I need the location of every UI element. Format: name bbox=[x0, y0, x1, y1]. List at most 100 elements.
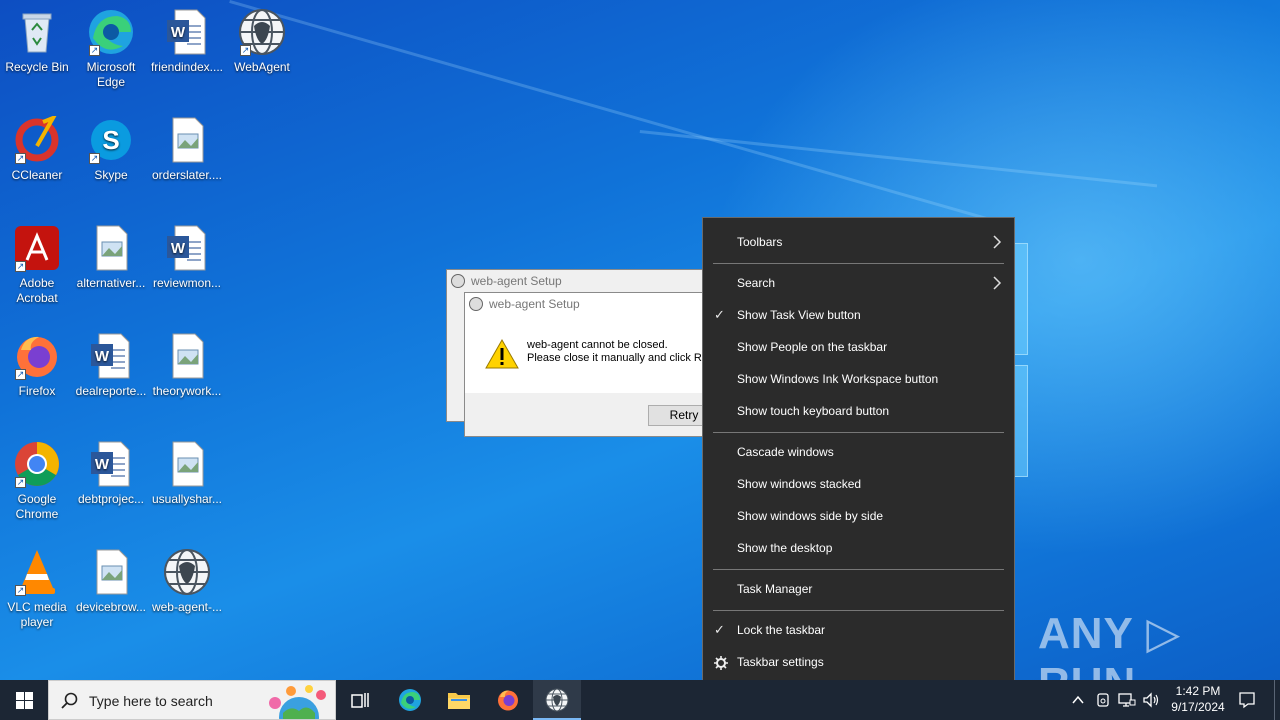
dialog-title-bar[interactable]: web-agent Setup bbox=[447, 270, 715, 292]
show-hidden-icons-chevron-icon[interactable] bbox=[1071, 694, 1085, 706]
webagent-icon: ↗ bbox=[238, 8, 286, 56]
taskbar-search-box[interactable]: Type here to search bbox=[48, 680, 336, 720]
icon-label: Google Chrome bbox=[15, 492, 59, 521]
dialog-footer: Retry bbox=[465, 393, 720, 436]
word-doc-icon: W bbox=[163, 8, 211, 56]
desktop-icon-word-doc[interactable]: W reviewmon... bbox=[149, 224, 225, 291]
menu-separator bbox=[713, 569, 1004, 570]
menu-item-show-task-view[interactable]: ✓ Show Task View button bbox=[703, 300, 1014, 332]
desktop-icon-word-doc[interactable]: W dealreporte... bbox=[73, 332, 149, 399]
desktop-icon-recycle-bin[interactable]: Recycle Bin bbox=[0, 8, 75, 75]
desktop-icon-firefox[interactable]: ↗ Firefox bbox=[0, 332, 75, 399]
menu-separator bbox=[713, 610, 1004, 611]
desktop-icon-image-file[interactable]: alternativer... bbox=[73, 224, 149, 291]
taskbar-firefox-button[interactable] bbox=[484, 680, 532, 720]
menu-item-lock-taskbar[interactable]: ✓ Lock the taskbar bbox=[703, 615, 1014, 647]
menu-item-toolbars[interactable]: Toolbars bbox=[703, 227, 1014, 259]
setup-error-dialog[interactable]: web-agent Setup web-agent cannot be clos… bbox=[464, 292, 720, 437]
system-clock[interactable]: 1:42 PM 9/17/2024 bbox=[1163, 683, 1233, 715]
clock-date: 9/17/2024 bbox=[1171, 700, 1225, 714]
menu-item-search[interactable]: Search bbox=[703, 268, 1014, 300]
edge-icon bbox=[399, 689, 421, 711]
windows-logo-icon bbox=[16, 692, 33, 709]
desktop-icon-word-doc[interactable]: W debtprojec... bbox=[73, 440, 149, 507]
desktop-icon-adobe-acrobat[interactable]: ↗ Adobe Acrobat bbox=[0, 224, 75, 306]
search-placeholder: Type here to search bbox=[89, 693, 213, 709]
taskbar-file-explorer-button[interactable] bbox=[435, 680, 483, 720]
menu-item-cascade-windows[interactable]: Cascade windows bbox=[703, 437, 1014, 469]
task-view-button[interactable] bbox=[336, 680, 384, 720]
desktop-icon-word-doc[interactable]: W friendindex.... bbox=[149, 8, 225, 75]
desktop-icon-ccleaner[interactable]: ↗ CCleaner bbox=[0, 114, 75, 183]
desktop-icon-webagent[interactable]: ↗ WebAgent bbox=[224, 8, 300, 75]
menu-item-label: Show windows stacked bbox=[737, 477, 862, 491]
menu-item-windows-stacked[interactable]: Show windows stacked bbox=[703, 469, 1014, 501]
svg-text:W: W bbox=[171, 240, 186, 257]
desktop-icon-microsoft-edge[interactable]: ↗ Microsoft Edge bbox=[73, 8, 149, 90]
warning-icon bbox=[485, 339, 519, 369]
menu-item-show-people[interactable]: Show People on the taskbar bbox=[703, 332, 1014, 364]
webagent-icon bbox=[451, 274, 465, 288]
menu-item-show-touch-keyboard[interactable]: Show touch keyboard button bbox=[703, 396, 1014, 428]
desktop-icon-image-file[interactable]: theorywork... bbox=[149, 332, 225, 399]
firefox-icon: ↗ bbox=[13, 332, 61, 380]
shortcut-arrow-icon: ↗ bbox=[89, 153, 100, 164]
shortcut-arrow-icon: ↗ bbox=[15, 261, 26, 272]
network-icon[interactable] bbox=[1118, 692, 1136, 708]
message-line-1: web-agent cannot be closed. bbox=[527, 339, 668, 351]
image-file-icon bbox=[163, 440, 211, 488]
menu-item-label: Search bbox=[737, 276, 776, 290]
desktop-icon-web-agent-installer[interactable]: web-agent-... bbox=[149, 548, 225, 615]
icon-label: WebAgent bbox=[234, 60, 290, 74]
menu-item-task-manager[interactable]: Task Manager bbox=[703, 574, 1014, 606]
edge-icon: ↗ bbox=[87, 8, 135, 56]
taskbar-web-agent-button[interactable] bbox=[533, 680, 581, 720]
dialog-title-bar[interactable]: web-agent Setup bbox=[465, 293, 715, 315]
shortcut-arrow-icon: ↗ bbox=[15, 477, 26, 488]
desktop-icon-image-file[interactable]: orderslater.... bbox=[149, 116, 225, 183]
skype-icon: S ↗ bbox=[87, 116, 135, 164]
taskbar[interactable]: Type here to search 1:42 PM 9/17/2024 bbox=[0, 680, 1280, 720]
menu-item-taskbar-settings[interactable]: Taskbar settings bbox=[703, 647, 1014, 679]
volume-icon[interactable] bbox=[1142, 692, 1160, 708]
icon-label: friendindex.... bbox=[150, 60, 224, 74]
show-desktop-button[interactable] bbox=[1274, 680, 1275, 720]
shortcut-arrow-icon: ↗ bbox=[240, 45, 251, 56]
desktop-icon-skype[interactable]: S ↗ Skype bbox=[73, 116, 149, 183]
menu-item-show-desktop[interactable]: Show the desktop bbox=[703, 533, 1014, 565]
taskbar-edge-button[interactable] bbox=[386, 680, 434, 720]
vlc-icon: ↗ bbox=[13, 548, 61, 596]
notification-center-icon[interactable] bbox=[1238, 691, 1256, 709]
desktop[interactable]: Recycle Bin ↗ CCleaner ↗ Adobe Acrobat ↗… bbox=[0, 0, 1280, 680]
desktop-icon-image-file[interactable]: devicebrow... bbox=[73, 548, 149, 615]
start-button[interactable] bbox=[0, 680, 48, 720]
icon-label: Firefox bbox=[18, 384, 56, 398]
icon-label: debtprojec... bbox=[77, 492, 145, 506]
webagent-icon bbox=[545, 688, 569, 712]
desktop-icon-vlc[interactable]: ↗ VLC media player bbox=[0, 548, 75, 630]
checkmark-icon: ✓ bbox=[714, 307, 725, 322]
menu-item-label: Show Windows Ink Workspace button bbox=[737, 372, 939, 386]
menu-item-show-ink-workspace[interactable]: Show Windows Ink Workspace button bbox=[703, 364, 1014, 396]
chevron-right-icon bbox=[993, 235, 1002, 249]
icon-label: alternativer... bbox=[76, 276, 146, 290]
menu-separator bbox=[713, 263, 1004, 264]
icon-label: CCleaner bbox=[11, 168, 63, 182]
search-icon bbox=[61, 692, 78, 709]
menu-item-side-by-side[interactable]: Show windows side by side bbox=[703, 501, 1014, 533]
search-highlight-illustration-icon bbox=[269, 685, 326, 719]
word-doc-icon: W bbox=[87, 332, 135, 380]
dialog-message: web-agent cannot be closed. Please close… bbox=[527, 339, 702, 365]
word-doc-icon: W bbox=[87, 440, 135, 488]
recycle-bin-icon bbox=[13, 8, 61, 56]
svg-text:W: W bbox=[95, 456, 110, 473]
icon-label: Microsoft Edge bbox=[86, 60, 136, 89]
menu-separator bbox=[713, 432, 1004, 433]
shortcut-arrow-icon: ↗ bbox=[89, 45, 100, 56]
desktop-icon-google-chrome[interactable]: ↗ Google Chrome bbox=[0, 440, 75, 522]
desktop-icon-image-file[interactable]: usuallyshar... bbox=[149, 440, 225, 507]
device-icon[interactable] bbox=[1095, 692, 1111, 708]
shortcut-arrow-icon: ↗ bbox=[15, 153, 26, 164]
image-file-icon bbox=[163, 332, 211, 380]
shortcut-arrow-icon: ↗ bbox=[15, 369, 26, 380]
